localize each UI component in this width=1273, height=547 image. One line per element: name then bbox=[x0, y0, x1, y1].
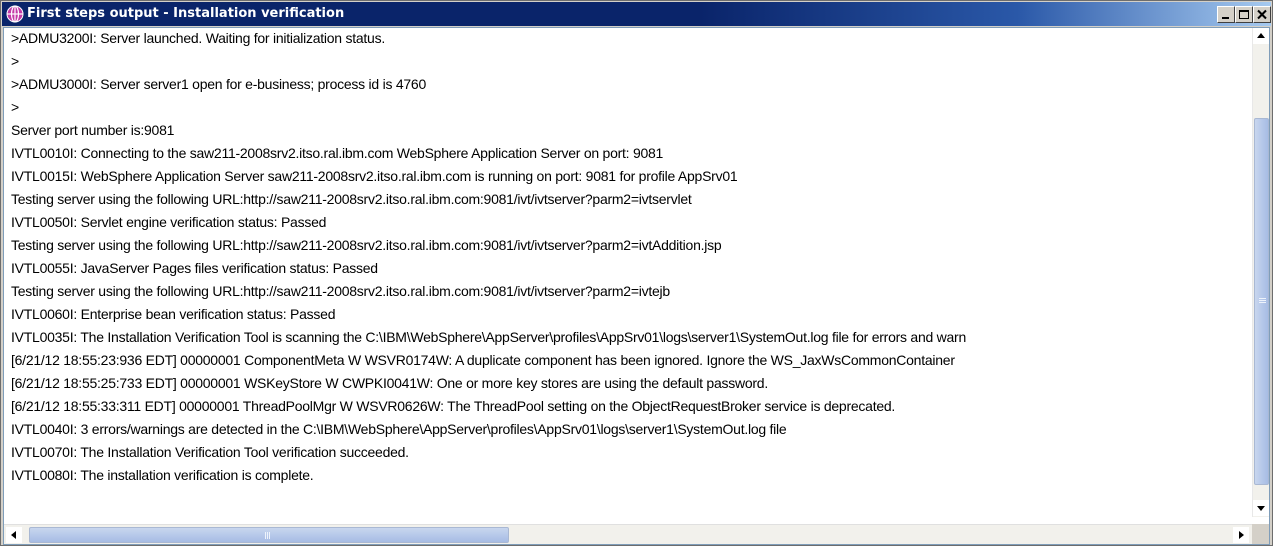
log-line: [6/21/12 18:55:33:311 EDT] 00000001 Thre… bbox=[11, 398, 896, 414]
log-line: IVTL0040I: 3 errors/warnings are detecte… bbox=[11, 421, 787, 437]
log-line: > bbox=[11, 99, 19, 115]
maximize-icon bbox=[1239, 10, 1249, 19]
log-line: IVTL0055I: JavaServer Pages files verifi… bbox=[11, 260, 378, 276]
output-panel: >ADMU3200I: Server launched. Waiting for… bbox=[3, 27, 1270, 545]
log-line: IVTL0060I: Enterprise bean verification … bbox=[11, 306, 336, 322]
horizontal-scroll-thumb[interactable] bbox=[29, 527, 509, 543]
scroll-up-button[interactable] bbox=[1253, 28, 1269, 44]
installation-verification-window: First steps output - Installation verifi… bbox=[0, 0, 1273, 546]
minimize-button[interactable] bbox=[1217, 6, 1235, 23]
log-line: IVTL0050I: Servlet engine verification s… bbox=[11, 214, 327, 230]
log-line: Server port number is:9081 bbox=[11, 122, 175, 138]
scroll-right-button[interactable] bbox=[1233, 527, 1249, 543]
websphere-globe-icon bbox=[6, 5, 24, 23]
arrow-up-icon bbox=[1257, 33, 1265, 38]
log-line: [6/21/12 18:55:25:733 EDT] 00000001 WSKe… bbox=[11, 375, 768, 391]
log-line: Testing server using the following URL:h… bbox=[11, 191, 692, 207]
close-button[interactable] bbox=[1253, 6, 1271, 23]
arrow-left-icon bbox=[11, 531, 16, 539]
log-line: IVTL0035I: The Installation Verification… bbox=[11, 329, 966, 345]
log-line: >ADMU3200I: Server launched. Waiting for… bbox=[11, 30, 385, 46]
window-title: First steps output - Installation verifi… bbox=[27, 6, 345, 21]
arrow-right-icon bbox=[1239, 531, 1244, 539]
close-icon bbox=[1257, 9, 1267, 20]
minimize-icon bbox=[1222, 17, 1229, 19]
log-line: IVTL0080I: The installation verification… bbox=[11, 467, 314, 483]
vertical-scroll-thumb[interactable] bbox=[1254, 118, 1269, 485]
vertical-scrollbar[interactable] bbox=[1252, 28, 1269, 517]
log-line: IVTL0070I: The Installation Verification… bbox=[11, 444, 409, 460]
log-line: Testing server using the following URL:h… bbox=[11, 283, 670, 299]
log-line: IVTL0010I: Connecting to the saw211-2008… bbox=[11, 145, 664, 161]
scroll-down-button[interactable] bbox=[1253, 500, 1269, 516]
log-line: IVTL0015I: WebSphere Application Server … bbox=[11, 168, 738, 184]
log-line: [6/21/12 18:55:23:936 EDT] 00000001 Comp… bbox=[11, 352, 955, 368]
log-text-area[interactable]: >ADMU3200I: Server launched. Waiting for… bbox=[4, 28, 1250, 517]
title-bar[interactable]: First steps output - Installation verifi… bbox=[2, 2, 1271, 26]
arrow-down-icon bbox=[1257, 506, 1265, 511]
log-line: >ADMU3000I: Server server1 open for e-bu… bbox=[11, 76, 426, 92]
scroll-left-button[interactable] bbox=[6, 527, 22, 543]
log-line: Testing server using the following URL:h… bbox=[11, 237, 722, 253]
log-line: > bbox=[11, 53, 19, 69]
scrollbar-corner bbox=[1252, 524, 1269, 544]
horizontal-scrollbar[interactable] bbox=[4, 524, 1252, 544]
maximize-button[interactable] bbox=[1235, 6, 1253, 23]
